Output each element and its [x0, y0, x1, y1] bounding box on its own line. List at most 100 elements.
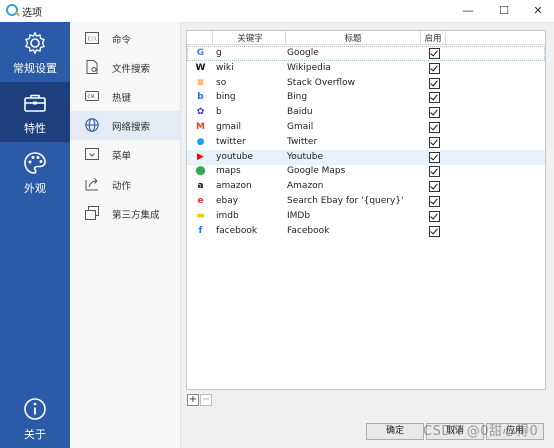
subnav-item-web-search[interactable]: 网络搜索 [70, 111, 180, 140]
amazon-icon: a [197, 181, 204, 192]
enabled-checkbox[interactable] [429, 196, 440, 207]
nav-label: 外观 [24, 182, 46, 195]
table-row[interactable]: Mgmail Gmail [187, 120, 545, 135]
remove-button[interactable]: − [200, 394, 212, 406]
title-cell: Amazon [287, 181, 324, 192]
table-row[interactable]: ▶ youtube Youtube [187, 149, 545, 165]
enabled-checkbox[interactable] [429, 181, 440, 193]
column-header-keyword[interactable]: 关键字 [213, 32, 287, 44]
sub-nav: C:\ 命令 文件搜索 CM 热键 网络搜索 菜单 动作 第三方集成 [70, 22, 181, 448]
title-cell: Twitter [287, 136, 318, 147]
command-icon: C:\ [85, 32, 99, 44]
enabled-checkbox[interactable] [429, 48, 440, 59]
keyword-cell: gmail [216, 122, 241, 132]
nav-label: 关于 [24, 428, 46, 441]
title-cell: Youtube [287, 151, 323, 162]
enabled-checkbox[interactable] [429, 210, 440, 222]
maximize-button[interactable]: ☐ [487, 0, 521, 22]
nav-label: 特性 [24, 122, 46, 135]
stackoverflow-icon: ≡ [196, 77, 205, 88]
table-row[interactable]: ● twitter Twitter [187, 135, 545, 150]
title-cell: Bing [287, 92, 308, 103]
subnav-item-menu[interactable]: 菜单 [70, 140, 180, 169]
nav-label: 常规设置 [13, 62, 57, 75]
gear-icon [25, 31, 45, 55]
palette-icon [24, 152, 46, 174]
table-row[interactable]: ⬤ maps Google Maps [187, 164, 545, 179]
youtube-icon: ▶ [197, 151, 204, 162]
keyword-cell: ebay [216, 196, 239, 206]
enabled-checkbox[interactable] [429, 62, 440, 74]
table-row[interactable]: ≡ so Stack Overflow [187, 76, 545, 91]
action-icon [85, 178, 98, 191]
title-cell: Wikipedia [287, 62, 331, 73]
bing-icon: b [197, 92, 204, 103]
subnav-item-hotkey[interactable]: CM 热键 [70, 82, 180, 111]
app-logo-icon [6, 4, 18, 16]
enabled-checkbox[interactable] [429, 225, 440, 237]
close-button[interactable]: ✕ [521, 0, 554, 22]
keyword-cell: facebook [216, 225, 258, 236]
keyword-cell: so [216, 77, 227, 88]
minimize-button[interactable]: — [451, 0, 485, 22]
hotkey-icon: CM [85, 91, 99, 101]
nav-about[interactable]: 关于 [0, 388, 70, 448]
info-icon [24, 398, 46, 420]
title-cell: IMDb [287, 210, 311, 221]
keyword-cell: amazon [216, 181, 252, 192]
enabled-checkbox[interactable] [429, 122, 440, 133]
enabled-checkbox[interactable] [429, 107, 440, 119]
column-header-enabled[interactable]: 启用 [421, 32, 445, 44]
subnav-label: 文件搜索 [112, 64, 151, 75]
title-cell: Google Maps [287, 166, 346, 177]
enabled-checkbox[interactable] [429, 77, 440, 89]
keyword-cell: youtube [216, 151, 254, 162]
web-search-table: 关键字 标题 启用 Gg Google Wwiki Wikipedia ≡ so Stack… [186, 30, 546, 390]
subnav-item-action[interactable]: 动作 [70, 170, 180, 199]
enabled-checkbox[interactable] [429, 136, 440, 148]
wikipedia-icon: W [195, 62, 206, 73]
svg-text:CM: CM [88, 94, 95, 100]
subnav-label: 第三方集成 [112, 210, 160, 221]
title-cell: Baidu [287, 107, 313, 118]
facebook-icon: f [198, 225, 203, 236]
left-nav: 常规设置 特性 外观 关于 [0, 22, 70, 448]
keyword-cell: maps [216, 166, 241, 177]
title-cell: Stack Overflow [287, 77, 355, 88]
table-row[interactable]: b bing Bing [187, 90, 545, 105]
table-header: 关键字 标题 启用 [187, 31, 545, 45]
title-cell: Google [287, 48, 319, 58]
subnav-label: 网络搜索 [112, 122, 151, 133]
table-row[interactable]: Gg Google [187, 46, 545, 61]
subnav-item-command[interactable]: C:\ 命令 [70, 24, 180, 53]
menu-icon [85, 148, 99, 160]
table-row[interactable]: f facebook Facebook [187, 224, 545, 239]
table-row[interactable]: a amazon Amazon [187, 179, 545, 194]
enabled-checkbox[interactable] [429, 92, 440, 104]
nav-general-settings[interactable]: 常规设置 [0, 22, 70, 82]
subnav-item-file-search[interactable]: 文件搜索 [70, 53, 180, 82]
table-row[interactable]: Wwiki Wikipedia [187, 61, 545, 76]
table-row[interactable]: ✿ b Baidu [187, 105, 545, 120]
enabled-checkbox[interactable] [429, 151, 440, 163]
toolbox-icon [24, 94, 46, 112]
title-cell: Search Ebay for '{query}' [287, 196, 404, 206]
keyword-cell: twitter [216, 136, 246, 147]
svg-text:C:\: C:\ [88, 37, 97, 43]
keyword-cell: bing [216, 92, 236, 103]
table-row[interactable]: ▬ imdb IMDb [187, 209, 545, 224]
title-cell: Gmail [287, 122, 314, 132]
enabled-checkbox[interactable] [429, 166, 440, 178]
title-bar: 选项 — ☐ ✕ [0, 0, 554, 23]
twitter-icon: ● [196, 136, 205, 147]
nav-appearance[interactable]: 外观 [0, 142, 70, 202]
title-cell: Facebook [287, 225, 330, 236]
column-header-title[interactable]: 标题 [286, 32, 420, 44]
baidu-icon: ✿ [196, 107, 205, 118]
subnav-label: 菜单 [112, 151, 132, 162]
table-row[interactable]: e ebay Search Ebay for '{query}' [187, 194, 545, 209]
subnav-item-integration[interactable]: 第三方集成 [70, 199, 180, 228]
add-button[interactable]: + [187, 394, 199, 406]
ok-button[interactable]: 确定 [366, 423, 424, 440]
nav-features[interactable]: 特性 [0, 82, 70, 142]
